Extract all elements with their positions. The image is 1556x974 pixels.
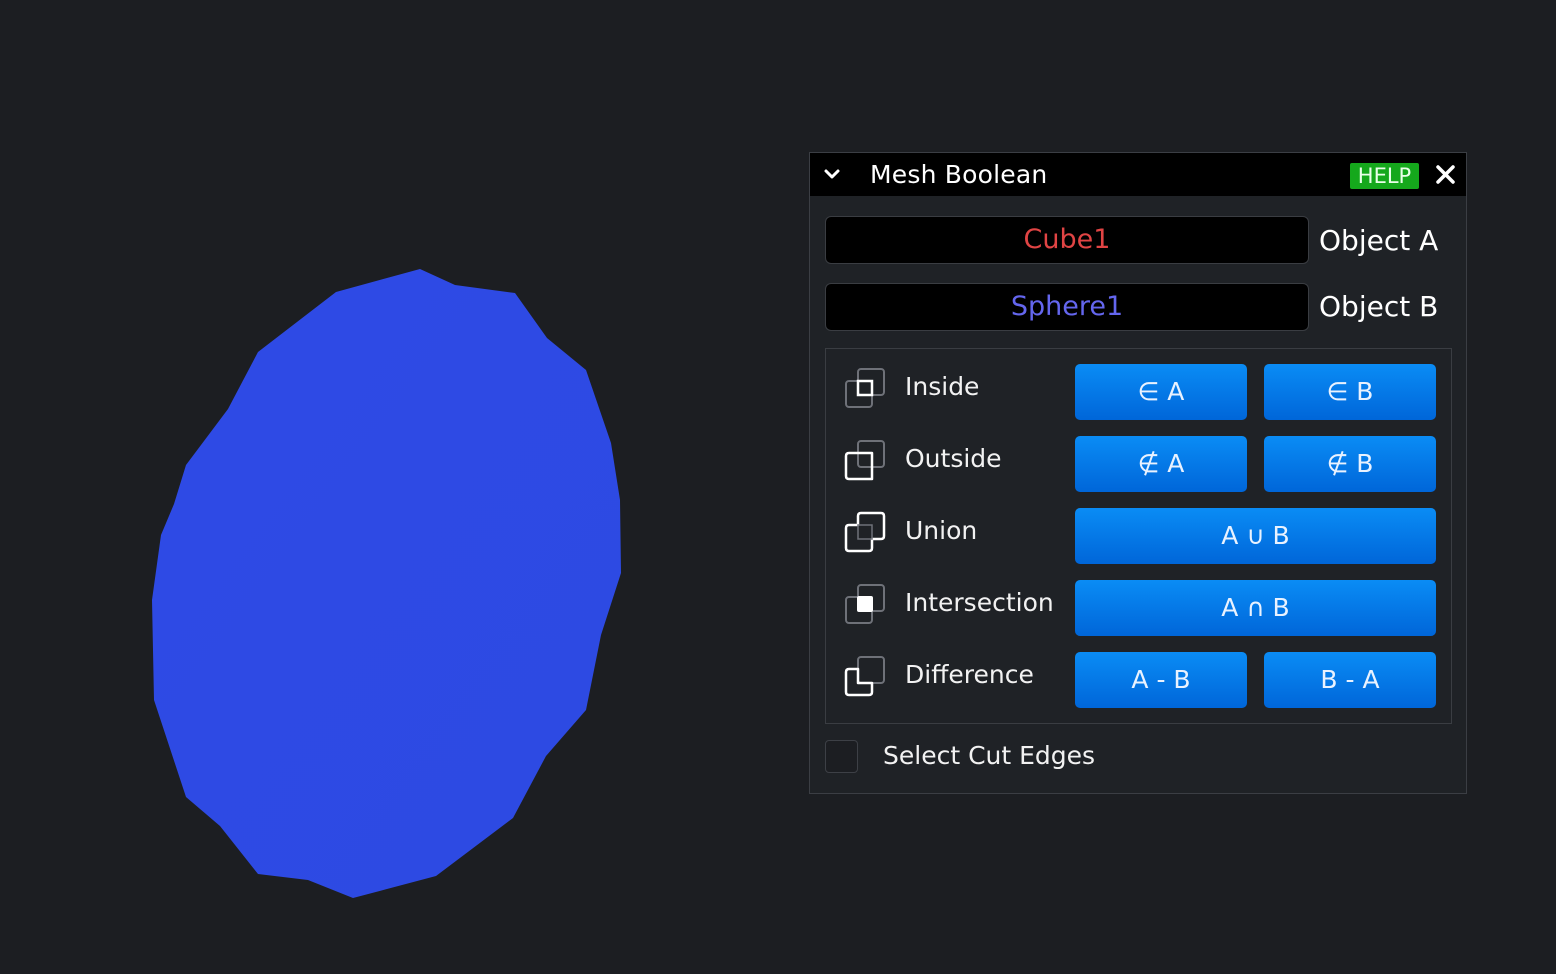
outside-b-button[interactable]: ∉ B	[1264, 436, 1436, 492]
difference-icon[interactable]	[844, 654, 888, 698]
object-b-label: Object B	[1319, 290, 1439, 323]
inside-a-button[interactable]: ∈ A	[1075, 364, 1247, 420]
operation-row-outside: Outside ∉ A ∉ B	[826, 436, 1451, 494]
object-b-field[interactable]: Sphere1	[825, 283, 1309, 331]
panel-title: Mesh Boolean	[870, 160, 1048, 189]
help-button[interactable]: HELP	[1350, 163, 1419, 189]
operation-row-difference: Difference A - B B - A	[826, 652, 1451, 710]
operation-label: Union	[905, 516, 978, 545]
union-button[interactable]: A ∪ B	[1075, 508, 1436, 564]
operation-label: Intersection	[905, 588, 1054, 617]
operation-label: Inside	[905, 372, 980, 401]
inside-icon[interactable]	[844, 366, 888, 410]
operation-row-intersection: Intersection A ∩ B	[826, 580, 1451, 638]
intersection-button[interactable]: A ∩ B	[1075, 580, 1436, 636]
mesh-boolean-panel: Mesh Boolean HELP Cube1 Object A Sphere1…	[809, 152, 1467, 794]
intersection-icon[interactable]	[844, 582, 888, 626]
operation-label: Outside	[905, 444, 1002, 473]
sphere-mesh[interactable]	[152, 269, 621, 898]
operation-row-union: Union A ∪ B	[826, 508, 1451, 566]
panel-titlebar: Mesh Boolean HELP	[810, 153, 1466, 196]
outside-a-button[interactable]: ∉ A	[1075, 436, 1247, 492]
operation-label: Difference	[905, 660, 1034, 689]
union-icon[interactable]	[844, 510, 888, 554]
chevron-down-icon[interactable]	[822, 164, 842, 184]
difference-b-minus-a-button[interactable]: B - A	[1264, 652, 1436, 708]
object-a-label: Object A	[1319, 224, 1439, 257]
outside-icon[interactable]	[844, 438, 888, 482]
difference-a-minus-b-button[interactable]: A - B	[1075, 652, 1247, 708]
select-cut-edges-checkbox[interactable]	[825, 740, 858, 773]
select-cut-edges-label: Select Cut Edges	[883, 741, 1096, 770]
close-icon[interactable]	[1435, 164, 1456, 185]
object-a-field[interactable]: Cube1	[825, 216, 1309, 264]
operation-row-inside: Inside ∈ A ∈ B	[826, 364, 1451, 422]
operations-group: Inside ∈ A ∈ B Outside ∉ A ∉ B Union A ∪…	[825, 348, 1452, 724]
inside-b-button[interactable]: ∈ B	[1264, 364, 1436, 420]
